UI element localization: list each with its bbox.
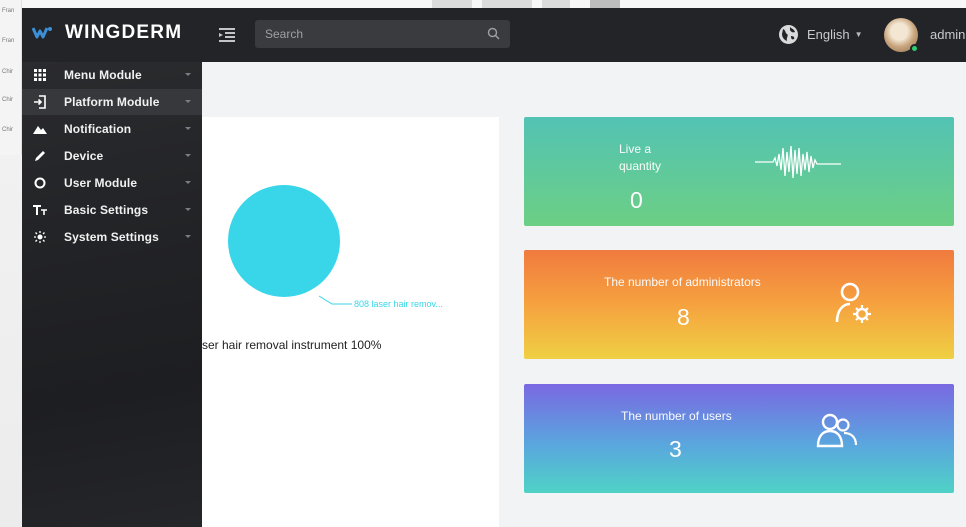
pie-chart: 808 laser hair remov... — [228, 185, 443, 309]
search-icon[interactable] — [487, 27, 500, 40]
sidebar-item-menu-module[interactable]: Menu Module — [22, 62, 202, 88]
text-size-icon — [33, 203, 47, 217]
app-window: WINGDERM English ▼ — [22, 8, 966, 527]
sidebar-item-notification[interactable]: Notification — [22, 116, 202, 142]
sidebar-item-system-settings[interactable]: System Settings — [22, 224, 202, 250]
menu-toggle-icon[interactable] — [218, 25, 236, 43]
live-quantity-card[interactable]: Live a quantity 0 — [524, 117, 954, 226]
pie-slice[interactable] — [228, 185, 340, 297]
circle-icon — [33, 176, 47, 190]
sidebar-item-label: Basic Settings — [64, 203, 149, 217]
sidebar-item-label: Device — [64, 149, 104, 163]
sidebar-item-user-module[interactable]: User Module — [22, 170, 202, 196]
users-icon — [816, 413, 858, 448]
chevron-down-icon — [185, 154, 191, 157]
sidebar-item-basic-settings[interactable]: Basic Settings — [22, 197, 202, 223]
mountain-icon — [33, 122, 47, 136]
sheet-row-label: Chir — [2, 69, 14, 75]
sidebar-item-label: Platform Module — [64, 95, 160, 109]
chevron-down-icon — [185, 73, 191, 76]
pie-slice-label: 808 laser hair remov... — [354, 299, 443, 309]
users-card[interactable]: The number of users 3 — [524, 384, 954, 493]
sheet-row-label: Fran — [2, 38, 15, 44]
sheet-row-label: Chir — [2, 97, 14, 103]
sheet-row-label: Fran — [2, 8, 15, 14]
background-toolbar-strip — [22, 0, 966, 8]
live-quantity-value: 0 — [630, 187, 643, 213]
brand-logo[interactable]: WINGDERM — [32, 22, 182, 44]
users-count: 3 — [669, 436, 682, 462]
avatar[interactable] — [884, 18, 919, 53]
wingderm-logo-icon — [32, 27, 52, 39]
chevron-down-icon: ▼ — [854, 30, 863, 39]
search-input[interactable] — [255, 20, 510, 48]
top-navbar: WINGDERM English ▼ — [22, 8, 966, 62]
waveform-icon — [755, 145, 841, 179]
sidebar-item-device[interactable]: Device — [22, 143, 202, 169]
language-label: English — [807, 27, 850, 42]
sidebar-item-label: User Module — [64, 176, 138, 190]
chevron-down-icon — [185, 100, 191, 103]
card-label: The number of administrators — [604, 275, 761, 289]
login-icon — [33, 95, 47, 109]
brand-name: WINGDERM — [65, 22, 183, 43]
admin-username[interactable]: admin — [930, 27, 965, 42]
chevron-down-icon — [185, 181, 191, 184]
card-label-line: quantity — [619, 159, 662, 173]
pie-label-leader — [318, 295, 352, 305]
background-window-edge — [0, 155, 22, 527]
sidebar-item-label: System Settings — [64, 230, 159, 244]
pencil-icon — [33, 149, 47, 163]
user-gear-icon — [835, 282, 871, 323]
sidebar-item-platform-module[interactable]: Platform Module — [22, 89, 202, 115]
chevron-down-icon — [185, 208, 191, 211]
language-selector[interactable]: English ▼ — [778, 24, 863, 45]
grid-icon — [33, 68, 47, 82]
online-status-dot — [910, 44, 919, 53]
sun-icon — [33, 230, 47, 244]
sheet-row-label: Chir — [2, 127, 14, 133]
pie-legend-text: ser hair removal instrument 100% — [202, 338, 382, 352]
sidebar: Menu Module Platform Module Notification — [22, 62, 202, 527]
administrators-count: 8 — [677, 304, 690, 330]
device-share-panel: 808 laser hair remov... ser hair removal… — [202, 117, 499, 527]
sidebar-item-label: Notification — [64, 122, 132, 136]
globe-icon — [779, 25, 798, 44]
chevron-down-icon — [185, 127, 191, 130]
search-box — [255, 20, 510, 48]
card-label: The number of users — [621, 409, 732, 423]
card-label-line: Live a — [619, 142, 652, 156]
sidebar-item-label: Menu Module — [64, 68, 142, 82]
administrators-card[interactable]: The number of administrators 8 — [524, 250, 954, 359]
chevron-down-icon — [185, 235, 191, 238]
